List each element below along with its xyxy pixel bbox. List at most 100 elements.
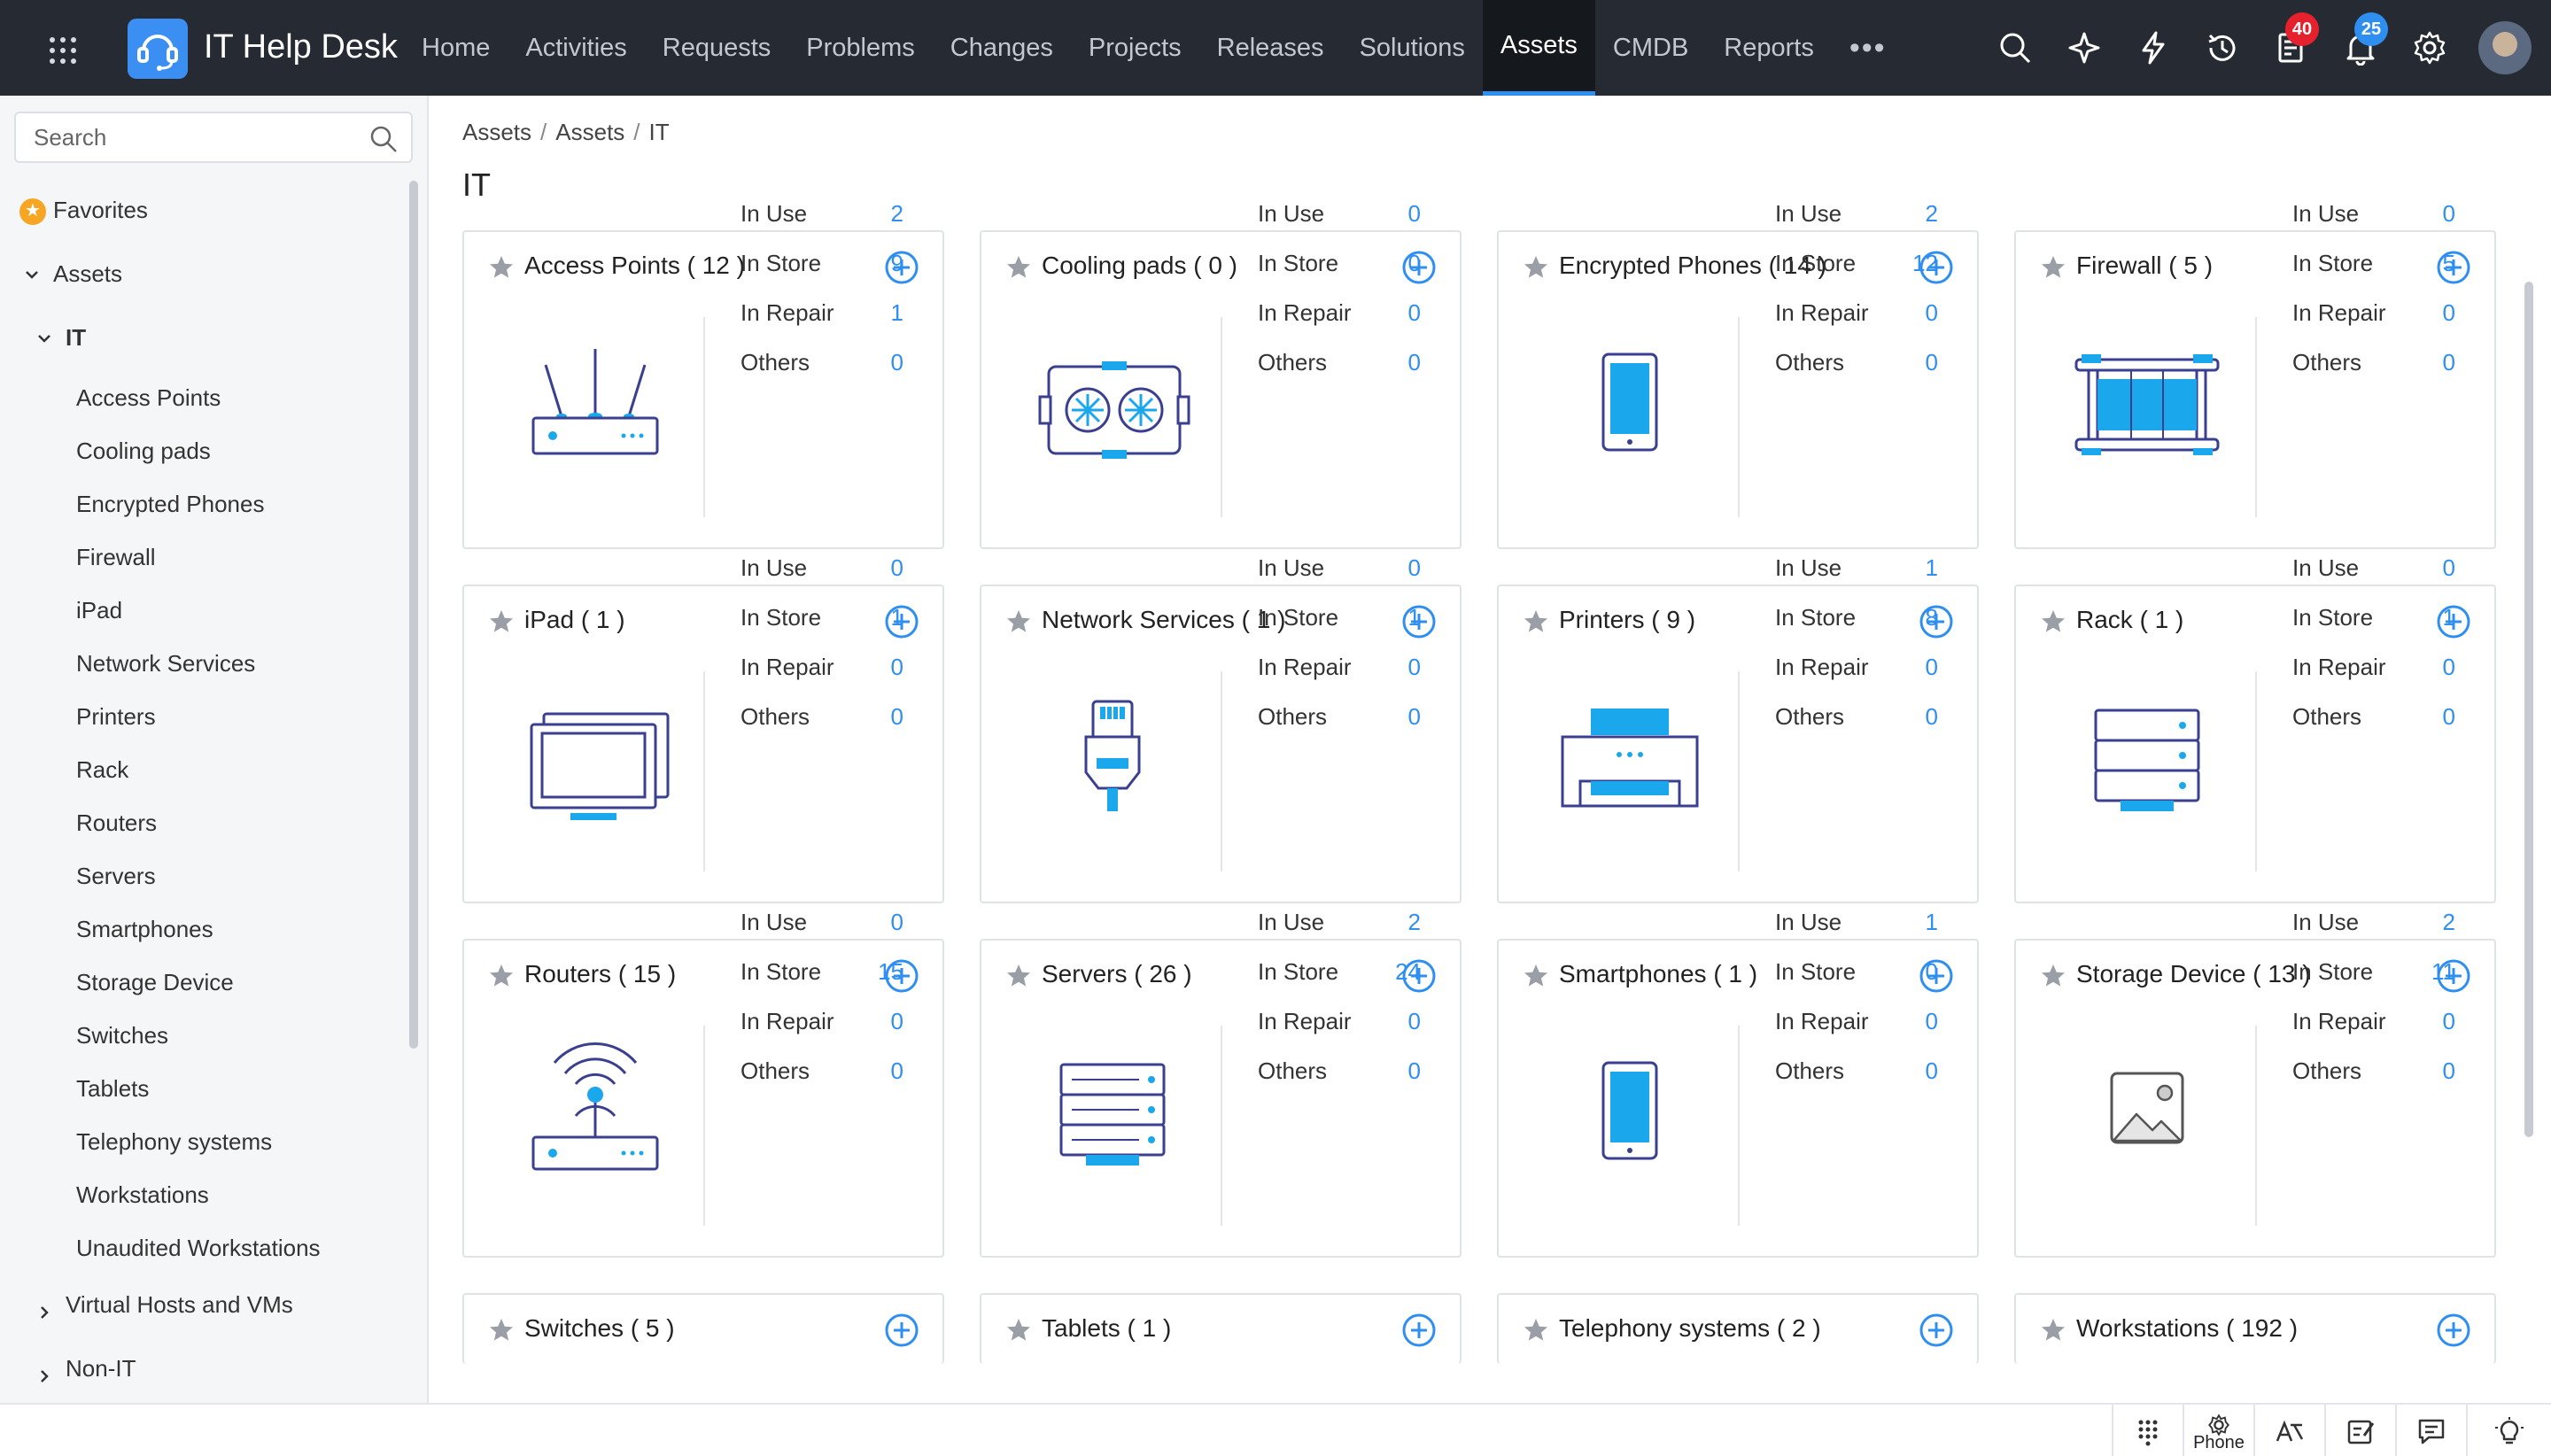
sidebar-item-workstations[interactable]: Workstations (76, 1181, 209, 1209)
asset-card-encrypted-phones[interactable]: Encrypted Phones ( 14 ) In Use 2 In Store 12… (1497, 200, 1979, 549)
asset-card-access-points[interactable]: Access Points ( 12 ) In Use 2 In Store 9 In R… (462, 200, 944, 549)
asset-card-routers[interactable]: Routers ( 15 ) In Use 0 In Store 15 In Repair… (462, 909, 944, 1258)
tab-activities[interactable]: Activities (508, 0, 644, 96)
chevron-down-icon[interactable] (35, 329, 53, 347)
stat-value[interactable]: 0 (1408, 200, 1421, 228)
footer-notes-button[interactable] (2324, 1405, 2395, 1456)
stat-value[interactable]: 0 (1408, 1057, 1421, 1085)
sidebar-it[interactable]: IT (66, 324, 86, 352)
tab-problems[interactable]: Problems (788, 0, 933, 96)
stat-value[interactable]: 0 (891, 654, 903, 681)
app-title[interactable]: IT Help Desk (204, 28, 398, 66)
stat-value[interactable]: 0 (2443, 1057, 2455, 1085)
sidebar-item-switches[interactable]: Switches (76, 1022, 168, 1049)
asset-card-firewall[interactable]: Firewall ( 5 ) In Use 0 In Store 5 In Repair 0… (2014, 200, 2496, 549)
asset-card-title[interactable]: Routers ( 15 ) (524, 960, 676, 988)
sidebar-item-cooling-pads[interactable]: Cooling pads (76, 438, 211, 465)
favorite-star-icon[interactable] (487, 253, 516, 282)
stat-value[interactable]: 1 (1926, 554, 1938, 582)
asset-card-smartphones[interactable]: Smartphones ( 1 ) In Use 1 In Store 0 In Repa… (1497, 909, 1979, 1258)
apps-grid-icon[interactable] (50, 37, 76, 64)
sidebar-assets[interactable]: Assets (53, 260, 122, 288)
sidebar-item-unaudited-workstations[interactable]: Unaudited Workstations (76, 1235, 321, 1262)
stat-value[interactable]: 0 (1408, 1008, 1421, 1035)
favorite-star-icon[interactable] (487, 962, 516, 990)
stat-value[interactable]: 2 (1408, 909, 1421, 936)
stat-value[interactable]: 15 (878, 958, 903, 986)
stat-value[interactable]: 0 (891, 1008, 903, 1035)
sidebar-item-routers[interactable]: Routers (76, 809, 157, 837)
stat-value[interactable]: 0 (891, 909, 903, 936)
stat-value[interactable]: 0 (891, 554, 903, 582)
favorite-star-icon[interactable] (2039, 253, 2067, 282)
stat-value[interactable]: 12 (1912, 250, 1938, 277)
footer-chat-button[interactable] (2395, 1405, 2466, 1456)
stat-value[interactable]: 2 (1926, 200, 1938, 228)
sidebar-search[interactable] (14, 112, 413, 163)
favorite-star-icon[interactable] (487, 1316, 516, 1344)
stat-value[interactable]: 0 (1926, 299, 1938, 327)
footer-tips-button[interactable] (2466, 1405, 2551, 1456)
stat-value[interactable]: 0 (2443, 554, 2455, 582)
stat-value[interactable]: 0 (2443, 1008, 2455, 1035)
stat-value[interactable]: 1 (1408, 604, 1421, 631)
asset-card-title[interactable]: Servers ( 26 ) (1042, 960, 1192, 988)
asset-card-title[interactable]: Firewall ( 5 ) (2076, 252, 2213, 280)
footer-translate-button[interactable] (2253, 1405, 2324, 1456)
tab-home[interactable]: Home (404, 0, 508, 96)
asset-card-title[interactable]: Access Points ( 12 ) (524, 252, 745, 280)
tab-projects[interactable]: Projects (1071, 0, 1199, 96)
add-asset-plus-icon[interactable] (2436, 1313, 2471, 1348)
asset-card-switches[interactable]: Switches ( 5 ) (462, 1293, 944, 1364)
asset-card-workstations[interactable]: Workstations ( 192 ) (2014, 1293, 2496, 1364)
stat-value[interactable]: 0 (1408, 349, 1421, 376)
sidebar-favorites[interactable]: Favorites (53, 197, 148, 224)
tab-changes[interactable]: Changes (933, 0, 1071, 96)
stat-value[interactable]: 0 (2443, 299, 2455, 327)
asset-card-title[interactable]: Storage Device ( 13 ) (2076, 960, 2311, 988)
stat-value[interactable]: 0 (891, 1057, 903, 1085)
favorite-star-icon[interactable] (2039, 608, 2067, 636)
stat-value[interactable]: 0 (1408, 250, 1421, 277)
favorite-star-icon[interactable] (487, 608, 516, 636)
favorite-star-icon[interactable] (1522, 962, 1550, 990)
stat-value[interactable]: 0 (1408, 654, 1421, 681)
asset-card-telephony-systems[interactable]: Telephony systems ( 2 ) (1497, 1293, 1979, 1364)
add-asset-plus-icon[interactable] (1919, 1313, 1954, 1348)
search-icon[interactable] (1981, 0, 2050, 96)
sidebar-item-smartphones[interactable]: Smartphones (76, 916, 213, 943)
stat-value[interactable]: 1 (891, 604, 903, 631)
tab-solutions[interactable]: Solutions (1342, 0, 1483, 96)
stat-value[interactable]: 1 (2443, 604, 2455, 631)
asset-card-servers[interactable]: Servers ( 26 ) In Use 2 In Store 24 In Repair… (980, 909, 1462, 1258)
favorite-star-icon[interactable] (1522, 608, 1550, 636)
sidebar-item-printers[interactable]: Printers (76, 703, 156, 731)
tab-reports[interactable]: Reports (1706, 0, 1832, 96)
tab-requests[interactable]: Requests (645, 0, 789, 96)
asset-card-network-services[interactable]: Network Services ( 1 ) In Use 0 In Store 1 In… (980, 554, 1462, 903)
tasks-icon[interactable]: 40 (2257, 0, 2326, 96)
sidebar-non-it[interactable]: Non-IT (66, 1355, 136, 1382)
stat-value[interactable]: 0 (1926, 703, 1938, 731)
asset-card-title[interactable]: Printers ( 9 ) (1559, 606, 1695, 634)
stat-value[interactable]: 9 (891, 250, 903, 277)
favorite-star-icon[interactable] (1522, 253, 1550, 282)
asset-card-title[interactable]: Smartphones ( 1 ) (1559, 960, 1757, 988)
history-icon[interactable] (2188, 0, 2257, 96)
sidebar-item-encrypted-phones[interactable]: Encrypted Phones (76, 491, 264, 518)
asset-card-title[interactable]: Rack ( 1 ) (2076, 606, 2183, 634)
stat-value[interactable]: 0 (1926, 1008, 1938, 1035)
asset-card-title[interactable]: Workstations ( 192 ) (2076, 1314, 2298, 1343)
stat-value[interactable]: 0 (1408, 703, 1421, 731)
favorite-star-icon[interactable] (1004, 608, 1033, 636)
stat-value[interactable]: 24 (1395, 958, 1421, 986)
sidebar-item-telephony-systems[interactable]: Telephony systems (76, 1128, 272, 1156)
sidebar-item-firewall[interactable]: Firewall (76, 544, 156, 571)
stat-value[interactable]: 0 (1926, 1057, 1938, 1085)
asset-card-title[interactable]: Network Services ( 1 ) (1042, 606, 1285, 634)
asset-card-title[interactable]: iPad ( 1 ) (524, 606, 625, 634)
sidebar-scrollbar[interactable] (409, 181, 418, 1049)
stat-value[interactable]: 2 (2443, 909, 2455, 936)
asset-card-cooling-pads[interactable]: Cooling pads ( 0 ) In Use 0 In Store 0 In Rep… (980, 200, 1462, 549)
search-icon[interactable] (368, 124, 399, 154)
